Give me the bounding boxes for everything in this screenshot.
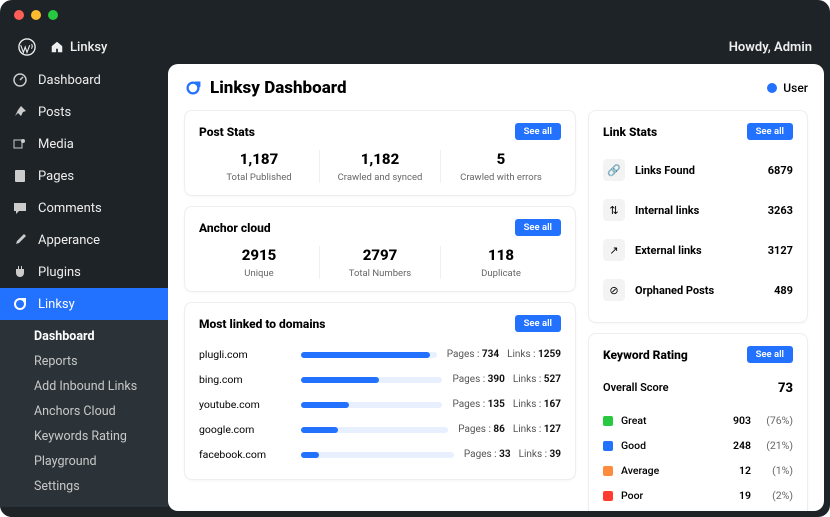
plug-icon (12, 264, 28, 280)
gauge-icon (12, 72, 28, 88)
user-status-dot (767, 83, 777, 93)
keyword-rating-card: Keyword Rating See all Overall Score 73 Gr… (588, 333, 808, 511)
menu-pages[interactable]: Pages (0, 160, 168, 192)
linksy-icon (12, 296, 28, 312)
linksy-submenu: Dashboard Reports Add Inbound Links Anch… (0, 320, 168, 507)
link-stat-row: 🔗Links Found6879 (603, 150, 793, 190)
stat-duplicate: 118Duplicate (441, 246, 561, 279)
color-swatch (603, 466, 613, 476)
page-title: Linksy Dashboard (210, 78, 347, 98)
link-stat-row: ⊘Orphaned Posts489 (603, 270, 793, 310)
linksy-logo-icon (184, 79, 202, 97)
link-stats-title: Link Stats (603, 125, 657, 139)
anchor-cloud-title: Anchor cloud (199, 221, 271, 235)
stat-unique: 2915Unique (199, 246, 320, 279)
keyword-row: Poor19(2%) (603, 483, 793, 508)
admin-topbar: Linksy Howdy, Admin (0, 30, 830, 64)
pin-icon (12, 104, 28, 120)
menu-media[interactable]: Media (0, 128, 168, 160)
link-stat-icon: 🔗 (603, 159, 625, 181)
admin-sidebar: Dashboard Posts Media Pages Comments App… (0, 64, 168, 517)
menu-linksy[interactable]: Linksy (0, 288, 168, 320)
sub-add-inbound[interactable]: Add Inbound Links (0, 374, 168, 399)
site-name[interactable]: Linksy (70, 40, 107, 55)
page-icon (12, 168, 28, 184)
color-swatch (603, 441, 613, 451)
sub-reports[interactable]: Reports (0, 349, 168, 374)
stat-errors: 5Crawled with errors (441, 150, 561, 183)
domain-row: bing.comPages : 390Links : 527 (199, 367, 561, 392)
main-content: Linksy Dashboard User Post Stats See all … (168, 64, 824, 511)
wordpress-icon[interactable] (18, 38, 36, 56)
menu-dashboard[interactable]: Dashboard (0, 64, 168, 96)
domain-bar (301, 427, 448, 433)
sub-settings[interactable]: Settings (0, 474, 168, 499)
howdy-text[interactable]: Howdy, Admin (729, 40, 812, 55)
color-swatch (603, 416, 613, 426)
menu-comments[interactable]: Comments (0, 192, 168, 224)
domain-bar (301, 402, 442, 408)
sub-playground[interactable]: Playground (0, 449, 168, 474)
keyword-title: Keyword Rating (603, 348, 688, 362)
domain-name: plugli.com (199, 348, 291, 361)
domain-name: google.com (199, 423, 291, 436)
sub-anchors-cloud[interactable]: Anchors Cloud (0, 399, 168, 424)
link-stat-icon: ↗ (603, 239, 625, 261)
post-stats-title: Post Stats (199, 125, 255, 139)
domain-name: youtube.com (199, 398, 291, 411)
link-stats-seeall[interactable]: See all (747, 123, 793, 140)
min-dot[interactable] (31, 10, 41, 20)
user-label[interactable]: User (783, 81, 808, 95)
menu-posts[interactable]: Posts (0, 96, 168, 128)
link-stat-row: ↗External links3127 (603, 230, 793, 270)
overall-score: 73 (778, 381, 793, 396)
brush-icon (12, 232, 28, 248)
link-stat-icon: ⇅ (603, 199, 625, 221)
media-icon (12, 136, 28, 152)
window-titlebar (0, 0, 830, 30)
sub-dashboard[interactable]: Dashboard (0, 324, 168, 349)
stat-crawled: 1,182Crawled and synced (320, 150, 441, 183)
domain-row: youtube.comPages : 135Links : 167 (199, 392, 561, 417)
post-stats-seeall[interactable]: See all (515, 123, 561, 140)
overall-label: Overall Score (603, 381, 669, 396)
anchor-cloud-seeall[interactable]: See all (515, 219, 561, 236)
domain-row: plugli.comPages : 734Links : 1259 (199, 342, 561, 367)
domain-bar (301, 352, 437, 358)
domains-card: Most linked to domains See all plugli.com… (184, 302, 576, 480)
domain-name: bing.com (199, 373, 291, 386)
comment-icon (12, 200, 28, 216)
keyword-row: Average12(1%) (603, 458, 793, 483)
anchor-cloud-card: Anchor cloud See all 2915Unique 2797Total… (184, 206, 576, 292)
color-swatch (603, 491, 613, 501)
sub-keywords-rating[interactable]: Keywords Rating (0, 424, 168, 449)
home-icon[interactable] (50, 40, 64, 54)
domains-title: Most linked to domains (199, 317, 325, 331)
link-stat-icon: ⊘ (603, 279, 625, 301)
domain-bar (301, 377, 442, 383)
menu-appearance[interactable]: Apperance (0, 224, 168, 256)
stat-total: 2797Total Numbers (320, 246, 441, 279)
stat-published: 1,187Total Published (199, 150, 320, 183)
link-stats-card: Link Stats See all 🔗Links Found6879⇅Inter… (588, 110, 808, 323)
domain-name: facebook.com (199, 448, 291, 461)
max-dot[interactable] (48, 10, 58, 20)
collapse-menu[interactable]: ◀Collapse menu (0, 507, 168, 517)
keyword-row: Great903(76%) (603, 408, 793, 433)
domains-seeall[interactable]: See all (515, 315, 561, 332)
close-dot[interactable] (14, 10, 24, 20)
post-stats-card: Post Stats See all 1,187Total Published 1… (184, 110, 576, 196)
domain-bar (301, 452, 454, 458)
keyword-seeall[interactable]: See all (747, 346, 793, 363)
domain-row: google.comPages : 86Links : 127 (199, 417, 561, 442)
link-stat-row: ⇅Internal links3263 (603, 190, 793, 230)
domain-row: facebook.comPages : 33Links : 39 (199, 442, 561, 467)
keyword-row: Good248(21%) (603, 433, 793, 458)
menu-plugins[interactable]: Plugins (0, 256, 168, 288)
